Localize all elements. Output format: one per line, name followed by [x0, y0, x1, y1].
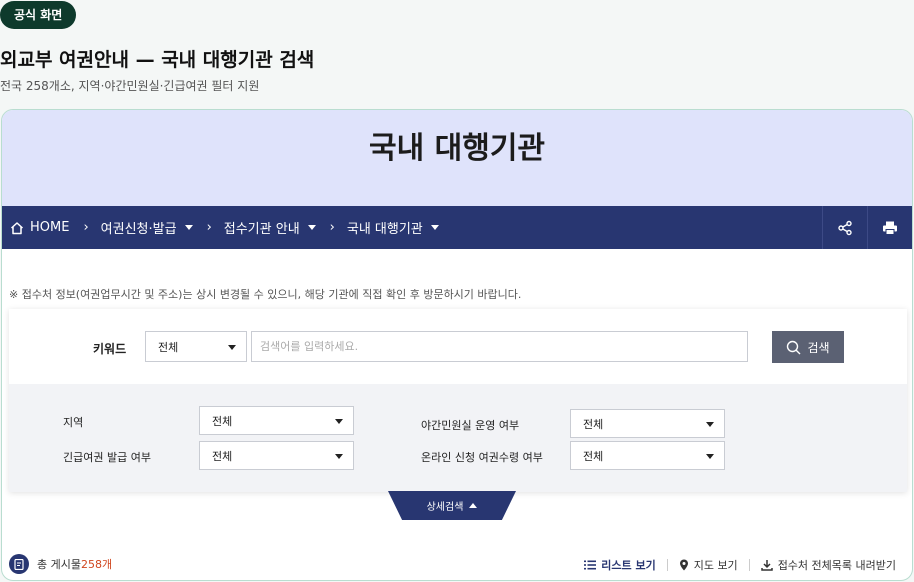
- emergency-passport-label: 긴급여권 발급 여부: [63, 451, 151, 464]
- keyword-label: 키워드: [93, 342, 127, 356]
- keyword-row: 키워드 전체 검색: [9, 309, 907, 384]
- share-button[interactable]: [822, 206, 867, 249]
- night-office-select[interactable]: 전체: [570, 409, 725, 438]
- result-count-value: 258개: [80, 558, 113, 571]
- caret-down-icon: [307, 225, 316, 230]
- emergency-passport-select-value: 전체: [212, 449, 233, 463]
- result-count: 총 게시물 258개: [9, 554, 112, 574]
- document-icon: [9, 554, 29, 574]
- hero-banner: 국내 대행기관: [2, 110, 912, 206]
- breadcrumb-item-reception-agencies[interactable]: 접수기관 안내: [224, 206, 316, 249]
- view-options: 리스트 보기 지도 보기 접수처 전체목록 내려받기: [584, 557, 896, 573]
- night-office-label: 야간민원실 운영 여부: [421, 419, 520, 432]
- results-bar: 총 게시물 258개 리스트 보기 지도 보기 접수처 전체목록 내려받기: [2, 550, 912, 580]
- map-view-button[interactable]: 지도 보기: [679, 557, 738, 573]
- breadcrumb-item-label: 접수기관 안내: [223, 222, 300, 237]
- region-label: 지역: [63, 416, 84, 429]
- search-panel: 키워드 전체 검색 지역 전체 야간민원실 운영 여부 전체: [9, 309, 907, 492]
- breadcrumb-separator-icon: ›: [329, 220, 335, 235]
- breadcrumb-separator-icon: ›: [83, 220, 89, 235]
- official-screen-badge: 공식 화면: [0, 1, 77, 29]
- caret-down-icon: [706, 421, 714, 427]
- keyword-scope-select[interactable]: 전체: [145, 331, 247, 362]
- caret-up-icon: [469, 503, 478, 508]
- caret-down-icon: [430, 225, 439, 230]
- online-pickup-select[interactable]: 전체: [570, 441, 725, 470]
- advanced-search-toggle[interactable]: 상세검색: [388, 491, 516, 520]
- list-view-button[interactable]: 리스트 보기: [584, 557, 656, 573]
- caret-down-icon: [706, 453, 714, 459]
- search-button[interactable]: 검색: [772, 331, 844, 363]
- breadcrumb-nav: HOME › 여권신청·발급 › 접수기관 안내 › 국내 대행기관: [2, 206, 912, 249]
- caret-down-icon: [184, 225, 193, 230]
- view-divider: [748, 559, 750, 571]
- caret-down-icon: [335, 453, 343, 459]
- breadcrumb-home[interactable]: HOME: [2, 206, 69, 249]
- list-view-label: 리스트 보기: [601, 559, 656, 572]
- advanced-search-label: 상세검색: [426, 502, 464, 513]
- keyword-input[interactable]: [251, 331, 748, 362]
- view-divider: [666, 559, 668, 571]
- breadcrumb-item-label: 여권신청·발급: [100, 222, 177, 237]
- home-icon: [10, 221, 24, 234]
- hero-title: 국내 대행기관: [368, 131, 546, 166]
- download-icon: [760, 560, 773, 571]
- caret-down-icon: [335, 418, 343, 424]
- result-count-prefix: 총 게시물: [37, 558, 81, 571]
- notice-text: ※ 접수처 정보(여권업무시간 및 주소)는 상시 변경될 수 있으니, 해당 …: [9, 288, 522, 301]
- online-pickup-select-value: 전체: [583, 449, 604, 463]
- map-pin-icon: [679, 559, 688, 571]
- breadcrumb-item-label: 국내 대행기관: [346, 222, 423, 237]
- download-list-label: 접수처 전체목록 내려받기: [777, 559, 896, 572]
- agency-search-card: 국내 대행기관 HOME › 여권신청·발급 › 접수기관 안내 › 국내 대행…: [1, 109, 913, 581]
- share-icon: [838, 220, 852, 235]
- keyword-scope-value: 전체: [158, 340, 179, 354]
- caret-down-icon: [228, 344, 236, 350]
- search-button-label: 검색: [807, 340, 830, 355]
- filter-area: 지역 전체 야간민원실 운영 여부 전체 긴급여권 발급 여부 전체 온라인 신…: [9, 384, 907, 492]
- map-view-label: 지도 보기: [693, 559, 738, 572]
- breadcrumb-item-passport-issue[interactable]: 여권신청·발급: [101, 206, 193, 249]
- region-select[interactable]: 전체: [199, 406, 354, 435]
- nav-actions: [822, 206, 912, 249]
- print-button[interactable]: [867, 206, 912, 249]
- night-office-select-value: 전체: [583, 417, 604, 431]
- online-pickup-label: 온라인 신청 여권수령 여부: [421, 451, 543, 464]
- region-select-value: 전체: [212, 414, 233, 428]
- page-subtitle: 전국 258개소, 지역·야간민원실·긴급여권 필터 지원: [0, 79, 260, 93]
- breadcrumb-home-label: HOME: [30, 220, 70, 235]
- download-list-button[interactable]: 접수처 전체목록 내려받기: [760, 557, 896, 573]
- list-icon: [584, 560, 597, 570]
- emergency-passport-select[interactable]: 전체: [199, 441, 354, 470]
- page-title: 외교부 여권안내 — 국내 대행기관 검색: [0, 49, 315, 71]
- print-icon: [883, 221, 897, 235]
- search-icon: [787, 340, 801, 354]
- breadcrumb-separator-icon: ›: [206, 220, 212, 235]
- breadcrumb-item-domestic-agencies[interactable]: 국내 대행기관: [347, 206, 439, 249]
